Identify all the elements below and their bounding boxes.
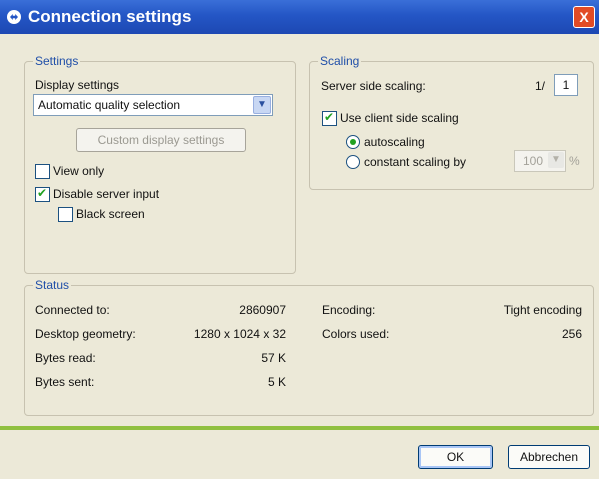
desktop-geometry-label: Desktop geometry: [35,327,136,341]
window-title: Connection settings [28,7,192,26]
constant-scaling-radio[interactable] [346,155,360,169]
scaling-ratio-input[interactable]: 1 [554,74,578,96]
cancel-button[interactable]: Abbrechen [508,445,590,469]
bytes-sent-value: 5 K [267,375,286,389]
chevron-down-icon[interactable]: ▼ [548,152,564,168]
autoscaling-label: autoscaling [364,135,425,149]
scaling-percent-select[interactable]: 100 ▼ [514,150,566,172]
autoscaling-radio[interactable] [346,135,360,149]
display-settings-value: Automatic quality selection [38,98,181,112]
view-only-label: View only [53,164,105,178]
close-button[interactable]: X [573,6,595,28]
client-side-scaling-label: Use client side scaling [340,111,459,125]
encoding-value: Tight encoding [503,303,582,317]
teamviewer-icon [7,10,21,24]
scaling-ratio-prefix: 1/ [535,79,546,93]
scaling-legend: Scaling [320,54,360,68]
status-legend: Status [35,278,70,292]
dialog-body: Settings Display settings Automatic qual… [0,34,599,426]
title-bar: Connection settings X [0,0,599,34]
connected-to-value: 2860907 [239,303,286,317]
status-group: Status [24,278,594,416]
client-side-scaling-checkbox[interactable] [322,110,337,126]
server-side-scaling-label: Server side scaling: [321,79,426,93]
encoding-label: Encoding: [322,303,376,317]
constant-scaling-label: constant scaling by [364,155,467,169]
bytes-read-value: 57 K [261,351,286,365]
disable-server-input-label: Disable server input [53,187,160,201]
disable-server-input-checkbox[interactable] [35,186,50,202]
bytes-sent-label: Bytes sent: [35,375,95,389]
settings-legend: Settings [35,54,79,68]
percent-sign: % [569,154,580,168]
connected-to-label: Connected to: [35,303,110,317]
display-settings-label: Display settings [35,78,120,92]
colors-used-label: Colors used: [322,327,390,341]
view-only-checkbox[interactable] [35,164,50,179]
colors-used-value: 256 [561,327,582,341]
button-bar: OK Abbrechen [0,430,599,479]
chevron-down-icon[interactable]: ▼ [253,96,271,114]
scaling-percent-value: 100 [523,154,544,168]
bytes-read-label: Bytes read: [35,351,96,365]
black-screen-label: Black screen [76,207,145,221]
black-screen-checkbox[interactable] [58,207,73,222]
ok-button[interactable]: OK [418,445,493,469]
desktop-geometry-value: 1280 x 1024 x 32 [193,327,286,341]
custom-display-settings-button[interactable]: Custom display settings [76,128,246,152]
display-settings-select[interactable]: Automatic quality selection ▼ [33,94,273,116]
